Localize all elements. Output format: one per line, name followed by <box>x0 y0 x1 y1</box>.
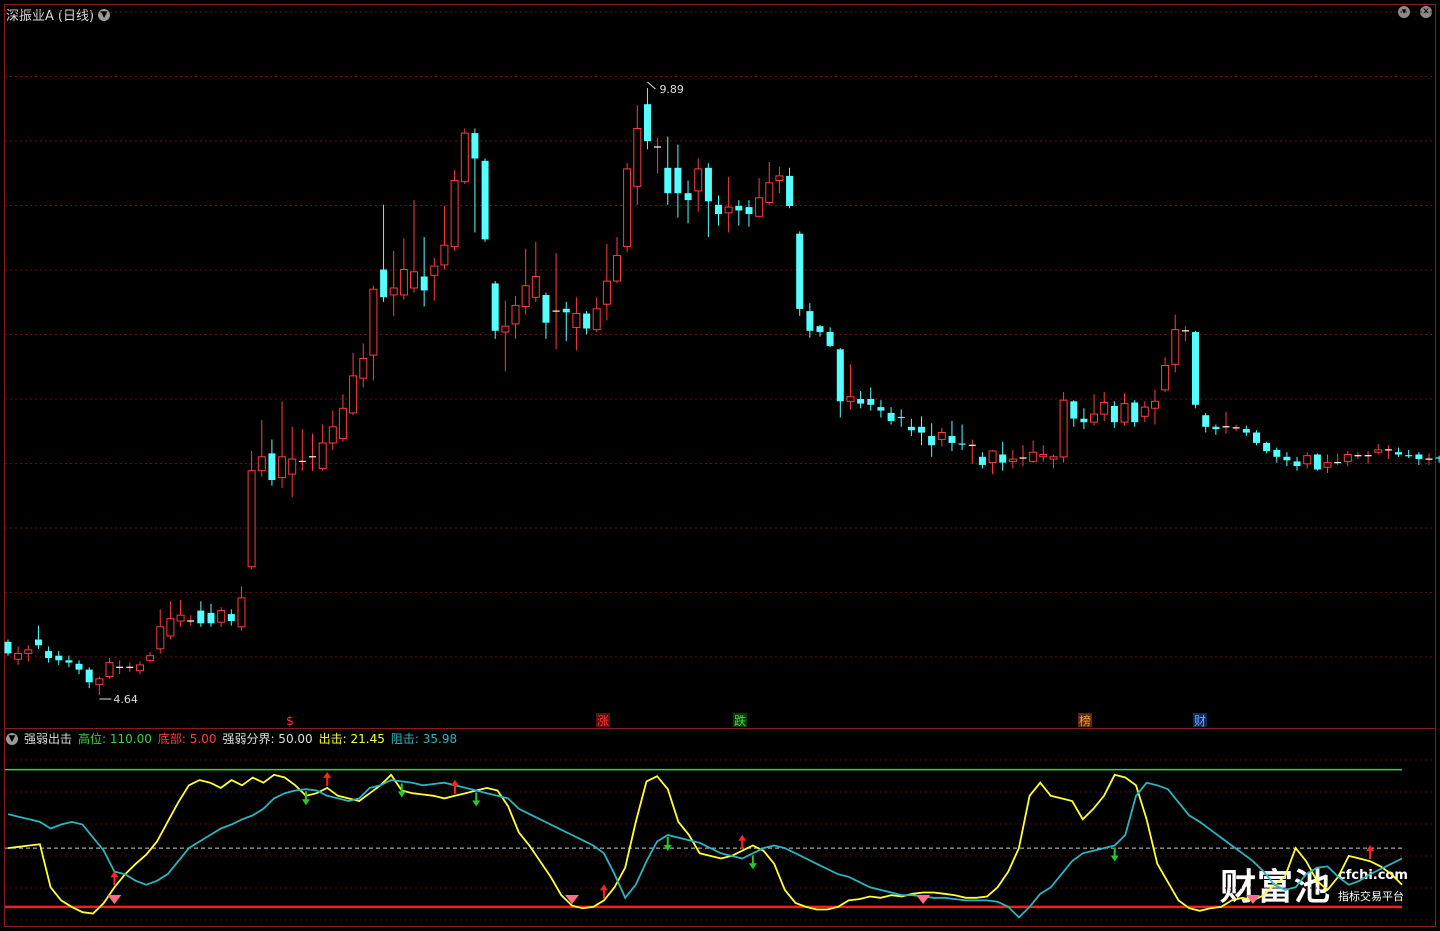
bottom-signal-icon <box>107 895 122 904</box>
bottom-signal-icon <box>564 895 579 904</box>
indicator-chart <box>5 759 1435 921</box>
arrow-head <box>450 779 459 786</box>
buy-arrow <box>1366 845 1375 860</box>
arrow-head <box>738 834 747 841</box>
sell-arrow <box>663 837 672 851</box>
arrow-head <box>301 799 310 806</box>
arrow-head <box>748 863 757 870</box>
sell-arrow <box>748 855 757 870</box>
arrow-head <box>472 800 481 807</box>
series-chuji <box>7 773 1403 915</box>
arrow-head <box>323 771 332 778</box>
arrow-head <box>397 791 406 798</box>
arrow-head <box>1110 855 1119 862</box>
sell-arrow <box>472 792 481 807</box>
buy-arrow <box>738 834 747 849</box>
buy-arrow <box>323 771 332 786</box>
sell-arrow <box>1110 847 1119 862</box>
bottom-signal-icon <box>916 895 931 904</box>
arrow-head <box>599 884 608 891</box>
series-zuji <box>7 779 1403 919</box>
